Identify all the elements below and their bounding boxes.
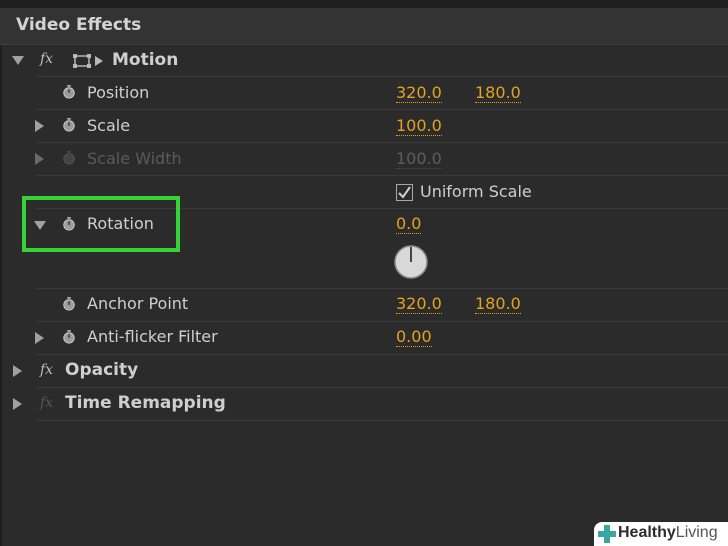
position-row: Position 320.0 180.0 <box>0 77 728 110</box>
anti-flicker-value[interactable]: 0.00 <box>396 328 432 347</box>
watermark-text: HealthyLiving <box>618 524 718 541</box>
top-border <box>0 0 728 8</box>
position-y-value[interactable]: 180.0 <box>475 84 521 103</box>
scale-width-label: Scale Width <box>87 149 182 168</box>
stopwatch-icon[interactable] <box>62 330 76 344</box>
stopwatch-icon <box>63 151 75 165</box>
scale-value[interactable]: 100.0 <box>396 117 442 136</box>
rotation-value[interactable]: 0.0 <box>396 215 422 234</box>
motion-label: Motion <box>112 50 179 70</box>
video-effects-header: Video Effects <box>0 8 728 45</box>
rotation-dial[interactable] <box>394 245 428 279</box>
expand-triangle-icon[interactable] <box>35 332 44 344</box>
row-divider <box>36 420 728 421</box>
position-x-value[interactable]: 320.0 <box>396 84 442 103</box>
video-effects-title: Video Effects <box>16 15 142 35</box>
rotation-highlight-box <box>22 196 180 252</box>
transform-box-icon[interactable] <box>72 53 104 69</box>
anchor-point-x-value[interactable]: 320.0 <box>396 295 442 314</box>
uniform-scale-checkbox[interactable] <box>396 184 413 201</box>
anti-flicker-label: Anti-flicker Filter <box>87 327 218 346</box>
scale-width-value: 100.0 <box>396 149 442 169</box>
expand-triangle-icon[interactable] <box>13 398 22 410</box>
expand-triangle-icon[interactable] <box>35 120 44 132</box>
stopwatch-icon[interactable] <box>62 85 76 99</box>
anchor-point-y-value[interactable]: 180.0 <box>475 295 521 314</box>
plus-logo-icon <box>598 525 616 543</box>
anti-flicker-row: Anti-flicker Filter 0.00 <box>0 322 728 355</box>
collapse-triangle-icon[interactable] <box>12 56 24 65</box>
fx-icon[interactable]: fx <box>40 51 53 67</box>
opacity-label: Opacity <box>65 360 139 380</box>
stopwatch-icon[interactable] <box>62 297 76 311</box>
anchor-point-label: Anchor Point <box>87 294 189 313</box>
stopwatch-icon[interactable] <box>62 118 76 132</box>
position-label: Position <box>87 83 150 102</box>
time-remapping-row[interactable]: fx Time Remapping <box>0 388 728 421</box>
expand-triangle-icon[interactable] <box>13 365 22 377</box>
uniform-scale-label: Uniform Scale <box>420 182 532 201</box>
scale-label: Scale <box>87 116 131 135</box>
effect-controls-panel: Video Effects fx Motion Position 320.0 1… <box>0 0 728 546</box>
opacity-row[interactable]: fx Opacity <box>0 355 728 388</box>
anchor-point-row: Anchor Point 320.0 180.0 <box>0 289 728 322</box>
fx-icon[interactable]: fx <box>40 362 53 378</box>
scale-row: Scale 100.0 <box>0 110 728 143</box>
scale-width-row: Scale Width 100.0 <box>0 143 728 176</box>
checkmark-icon <box>398 186 411 199</box>
motion-row[interactable]: fx Motion <box>0 44 728 77</box>
fx-icon: fx <box>40 395 54 411</box>
time-remapping-label: Time Remapping <box>65 393 226 413</box>
healthy-living-watermark: HealthyLiving <box>594 522 728 546</box>
expand-triangle-icon <box>35 153 44 165</box>
